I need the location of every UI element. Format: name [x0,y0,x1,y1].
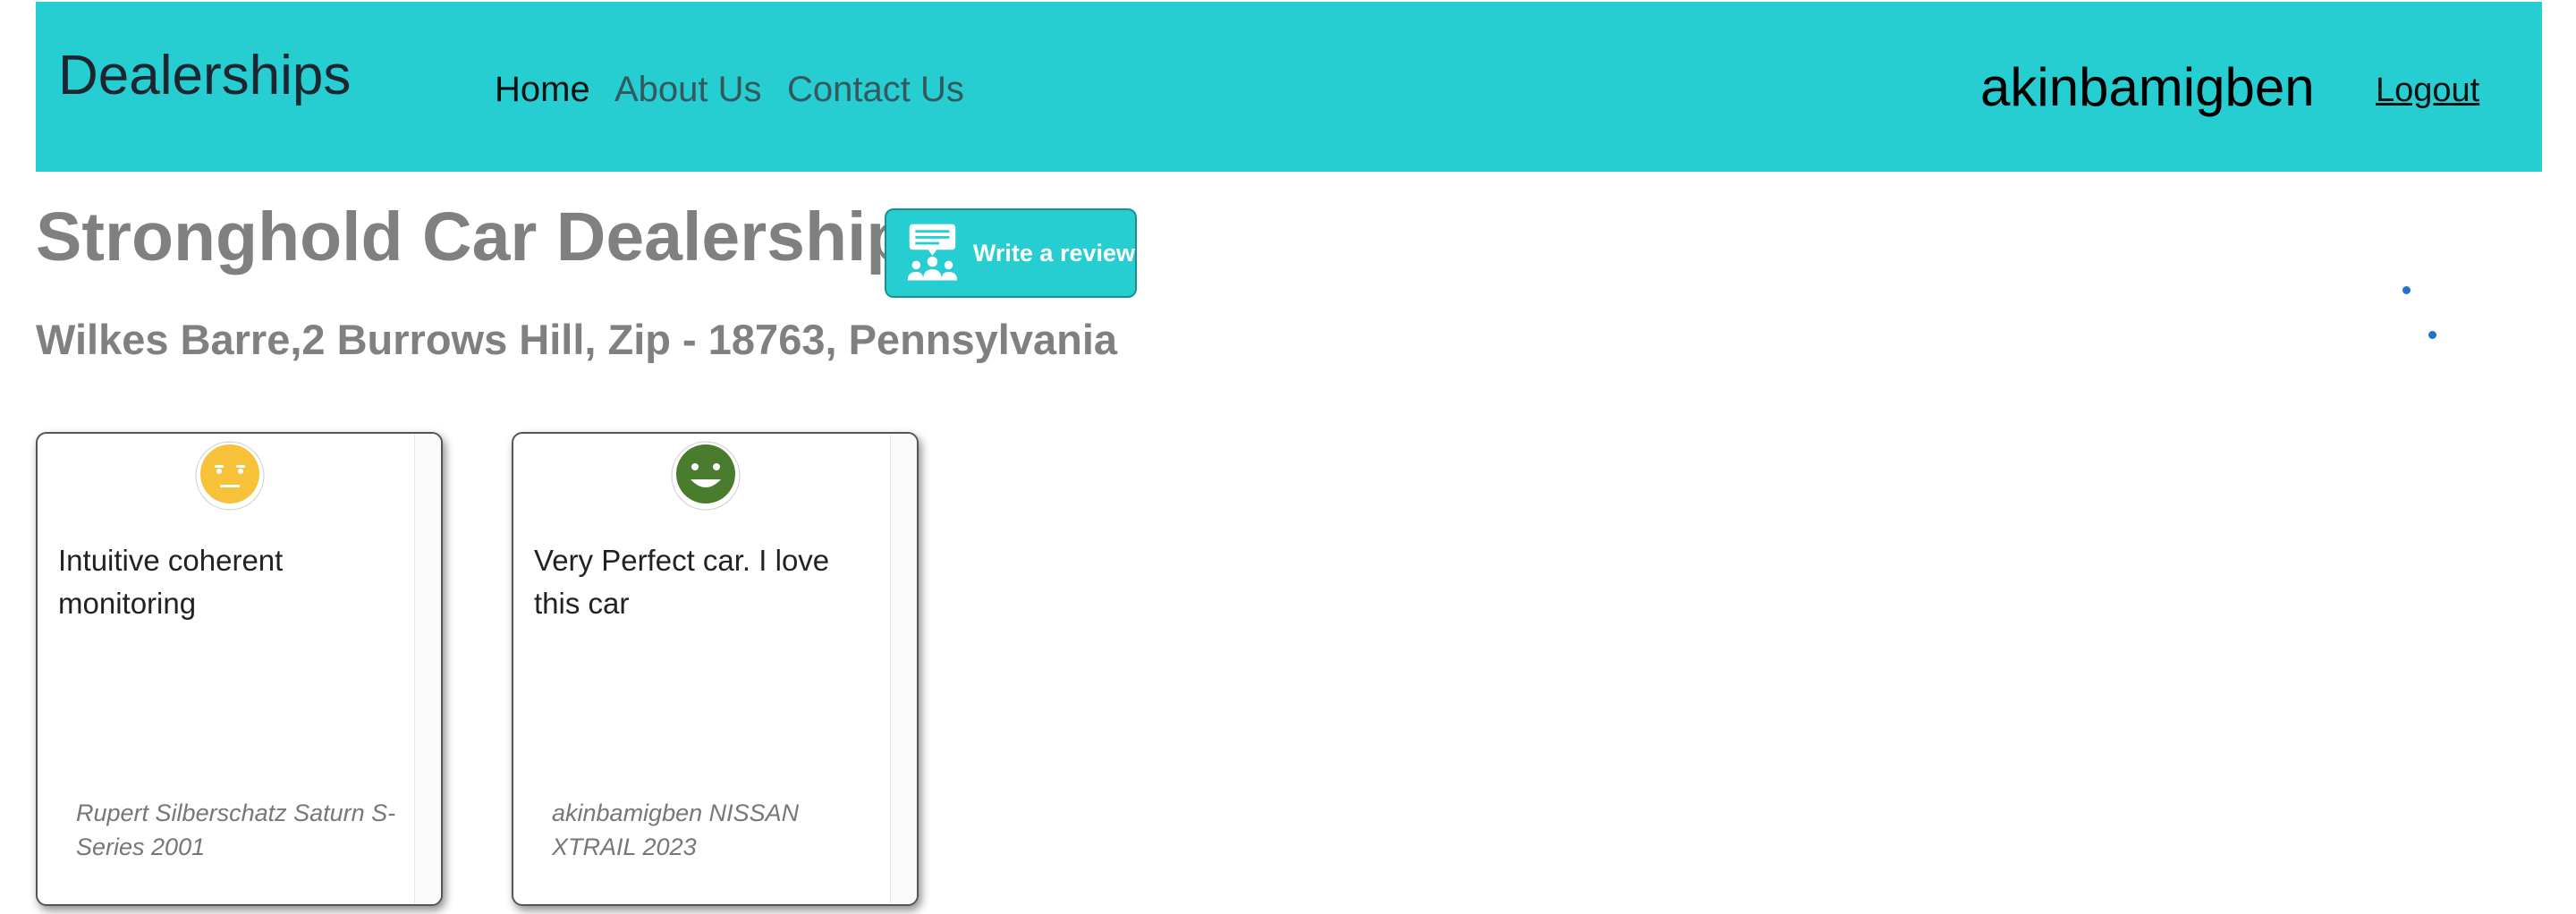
navbar: Dealerships Home About Us Contact Us aki… [36,2,2542,172]
nav-about-link[interactable]: About Us [614,72,762,107]
brand-title[interactable]: Dealerships [58,48,351,104]
neutral-face-icon [195,441,265,511]
reviewer-info: Rupert Silberschatz Saturn S-Series 2001 [76,800,396,860]
review-text: Very Perfect car. I love this car [534,544,830,620]
review-card: Very Perfect car. I love this car akinba… [512,432,919,906]
smiling-face-icon [671,441,741,511]
decorative-dot [2402,286,2411,294]
review-card: Intuitive coherent monitoring Rupert Sil… [36,432,443,906]
decorative-dot [2428,331,2436,339]
nav-home-link[interactable]: Home [495,72,590,107]
write-review-label: Write a review [972,239,1135,267]
dealer-address: Wilkes Barre,2 Burrows Hill, Zip - 18763… [36,316,1118,363]
card-scrollbar[interactable] [414,434,441,904]
nav-contact-link[interactable]: Contact Us [787,72,964,107]
review-people-icon [907,224,958,281]
reviewer-info: akinbamigben NISSAN XTRAIL 2023 [552,800,800,860]
review-text: Intuitive coherent monitoring [58,544,284,620]
write-review-button[interactable]: Write a review [885,208,1137,298]
username-label: akinbamigben [1980,57,2315,117]
card-scrollbar[interactable] [890,434,917,904]
dealer-name-heading: Stronghold Car Dealership [36,199,909,275]
logout-link[interactable]: Logout [2376,73,2479,107]
